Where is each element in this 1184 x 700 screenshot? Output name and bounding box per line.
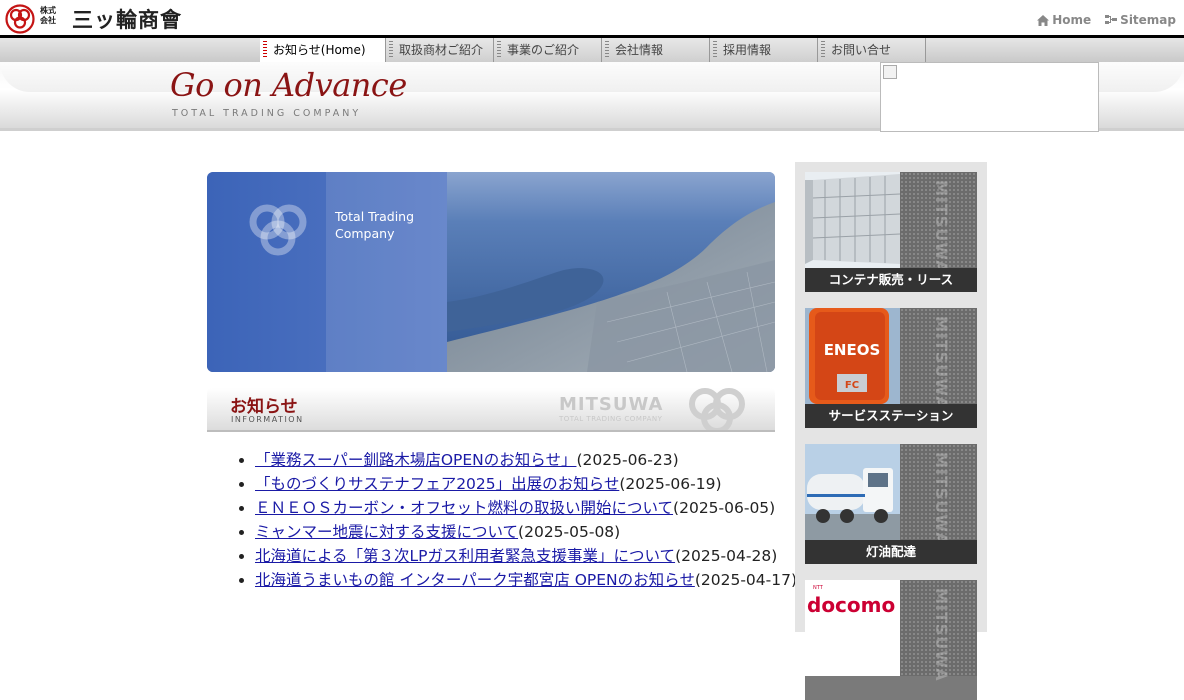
news-brand-sub: TOTAL TRADING COMPANY (559, 415, 663, 423)
news-item-date: (2025-06-23) (576, 451, 679, 469)
news-item-date: (2025-06-19) (619, 475, 722, 493)
news-item-date: (2025-06-05) (673, 499, 776, 517)
broken-image-placeholder (880, 62, 1099, 132)
card-stripe-text: MITSUWA (932, 316, 951, 410)
hero-caption-line2: Company (335, 226, 395, 241)
news-title: お知らせ (230, 397, 298, 417)
news-brand-watermark: MITSUWA (559, 394, 664, 415)
mitsuwa-logo-icon[interactable] (5, 4, 35, 34)
sitemap-icon (1105, 15, 1118, 24)
sidebar-card-docomo[interactable]: NTT docomo MITSUWA (805, 580, 977, 700)
docomo-logo-sub: NTT (813, 585, 824, 591)
news-item-date: (2025-04-28) (675, 547, 778, 565)
card-stripe: MITSUWA (900, 172, 977, 274)
news-item-link[interactable]: ＥＮＥＯＳカーボン・オフセット燃料の取扱い開始について (255, 499, 673, 517)
news-item-link[interactable]: ミャンマー地震に対する支援について (255, 523, 518, 541)
card-label: 灯油配達 (805, 540, 977, 564)
news-item-date: (2025-04-17) (694, 571, 798, 589)
tab-business[interactable]: 事業のご紹介 (494, 38, 602, 62)
global-nav: お知らせ(Home) 取扱商材ご紹介 事業のご紹介 会社情報 採用情報 お問い合… (0, 38, 1184, 63)
tab-recruit[interactable]: 採用情報 (710, 38, 818, 62)
news-item-link[interactable]: 北海道による「第３次LPガス利用者緊急支援事業」について (255, 547, 675, 565)
news-item: 北海道うまいもの館 インターパーク宇都宮店 OPENのお知らせ(2025-04-… (255, 568, 807, 592)
card-label: コンテナ販売・リース (805, 268, 977, 292)
docomo-logo: NTT docomo (805, 580, 900, 676)
news-item-link[interactable]: 「ものづくりサステナフェア2025」出展のお知らせ (255, 475, 619, 493)
docomo-logo-text: docomo (807, 593, 895, 617)
hero-caption: Total Trading Company (335, 208, 414, 242)
company-type-label: 株式 会社 (40, 6, 68, 26)
slogan-subtext: TOTAL TRADING COMPANY (172, 108, 362, 119)
card-stripe: MITSUWA (900, 308, 977, 410)
news-item: 北海道による「第３次LPガス利用者緊急支援事業」について(2025-04-28) (255, 544, 807, 568)
utility-links: Home Sitemap (1037, 13, 1176, 27)
slogan-text: Go on Advance (170, 66, 407, 104)
nav-tabs: お知らせ(Home) 取扱商材ご紹介 事業のご紹介 会社情報 採用情報 お問い合… (260, 38, 926, 62)
home-icon (1037, 14, 1050, 26)
rings-watermark-icon (249, 204, 307, 256)
news-item: ミャンマー地震に対する支援について(2025-05-08) (255, 520, 807, 544)
eneos-sign-text: ENEOS (824, 341, 881, 359)
news-item-link[interactable]: 北海道うまいもの館 インターパーク宇都宮店 OPENのお知らせ (255, 571, 695, 589)
card-stripe-text: MITSUWA (932, 180, 951, 274)
tab-label: お問い合せ (831, 43, 892, 57)
company-type-top: 株式 (40, 6, 56, 15)
card-stripe: MITSUWA (900, 580, 977, 682)
hero-image: Total Trading Company (207, 172, 775, 372)
tab-label: 事業のご紹介 (507, 43, 580, 57)
hero-left-overlay (326, 172, 447, 372)
home-link-label: Home (1052, 13, 1092, 27)
news-item: ＥＮＥＯＳカーボン・オフセット燃料の取扱い開始について(2025-06-05) (255, 496, 807, 520)
sidebar-card-container-sales[interactable]: MITSUWA コンテナ販売・リース (805, 172, 977, 292)
eneos-sign-photo: ENEOS FC (805, 308, 900, 404)
hero-caption-line1: Total Trading (335, 209, 415, 224)
card-stripe-text: MITSUWA (932, 588, 951, 682)
news-list: 「業務スーパー釧路木場店OPENのお知らせ」(2025-06-23) 「ものづく… (229, 448, 807, 592)
rings-watermark-icon (689, 388, 745, 430)
tab-label: 取扱商材ご紹介 (399, 43, 484, 57)
news-section-header: お知らせ INFORMATION MITSUWA TOTAL TRADING C… (207, 388, 775, 432)
eneos-sign-sub: FC (845, 380, 859, 391)
company-name[interactable]: 三ッ輪商會 (72, 4, 182, 34)
sidebar-card-kerosene-delivery[interactable]: MITSUWA 灯油配達 (805, 444, 977, 564)
home-link[interactable]: Home (1037, 13, 1091, 27)
card-label: サービスステーション (805, 404, 977, 428)
tab-products[interactable]: 取扱商材ご紹介 (386, 38, 494, 62)
sitemap-link-label: Sitemap (1120, 13, 1176, 27)
news-item: 「ものづくりサステナフェア2025」出展のお知らせ(2025-06-19) (255, 472, 807, 496)
tank-truck-photo (805, 444, 900, 540)
tab-label: お知らせ(Home) (273, 43, 366, 57)
sidebar-card-service-station[interactable]: ENEOS FC MITSUWA サービスステーション (805, 308, 977, 428)
tab-news-home[interactable]: お知らせ(Home) (260, 38, 386, 62)
tab-contact[interactable]: お問い合せ (818, 38, 926, 62)
containers-photo (805, 172, 900, 268)
aerial-city-photo (447, 172, 775, 372)
tab-company-info[interactable]: 会社情報 (602, 38, 710, 62)
sidebar: MITSUWA コンテナ販売・リース ENEOS FC MITSUWA サービス… (795, 162, 987, 700)
company-type-bottom: 会社 (40, 16, 56, 25)
news-item-link[interactable]: 「業務スーパー釧路木場店OPENのお知らせ」 (255, 451, 576, 469)
sitemap-link[interactable]: Sitemap (1105, 13, 1176, 27)
news-item: 「業務スーパー釧路木場店OPENのお知らせ」(2025-06-23) (255, 448, 807, 472)
news-item-date: (2025-05-08) (518, 523, 621, 541)
card-stripe-text: MITSUWA (932, 452, 951, 546)
news-subtitle: INFORMATION (231, 415, 304, 424)
tab-label: 会社情報 (615, 43, 664, 57)
card-stripe: MITSUWA (900, 444, 977, 546)
tab-label: 採用情報 (723, 43, 772, 57)
site-header: 株式 会社 三ッ輪商會 Home Sitemap (0, 0, 1184, 36)
